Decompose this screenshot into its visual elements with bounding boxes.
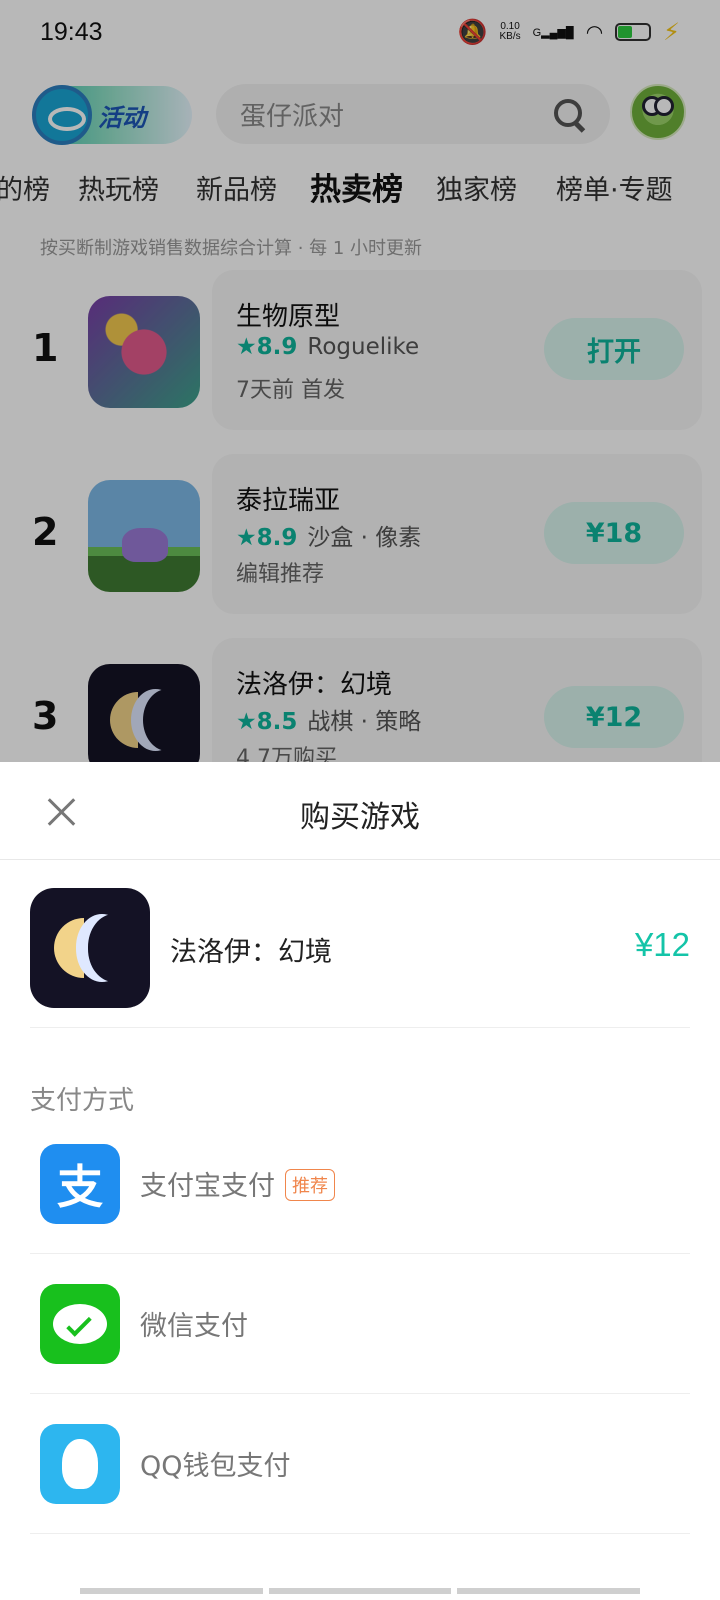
purchase-sheet: 购买游戏 法洛伊：幻境 ¥12 支付方式 支 支付宝支付 推荐 微信支付 QQ钱包… (0, 762, 720, 1600)
recommend-badge: 推荐 (285, 1168, 335, 1201)
payment-name: 支付宝支付 推荐 (140, 1164, 335, 1204)
qq-wallet-icon (40, 1424, 120, 1504)
alipay-icon: 支 (40, 1144, 120, 1224)
product-row: 法洛伊：幻境 ¥12 (30, 888, 690, 1028)
payment-option-wechat[interactable]: 微信支付 (30, 1254, 690, 1394)
payment-name: 微信支付 (140, 1311, 248, 1342)
sheet-header: 购买游戏 (0, 762, 720, 860)
payment-option-alipay[interactable]: 支 支付宝支付 推荐 (30, 1114, 690, 1254)
wechat-pay-icon (40, 1284, 120, 1364)
sheet-title: 购买游戏 (300, 800, 420, 835)
home-indicator (80, 1588, 641, 1594)
payment-method-label: 支付方式 (30, 1086, 135, 1116)
product-price: ¥12 (634, 926, 690, 963)
payment-name: QQ钱包支付 (140, 1451, 291, 1482)
game-icon (30, 888, 150, 1008)
product-name: 法洛伊：幻境 (170, 937, 332, 968)
payment-option-qq[interactable]: QQ钱包支付 (30, 1394, 690, 1534)
dim-overlay[interactable] (0, 0, 720, 762)
